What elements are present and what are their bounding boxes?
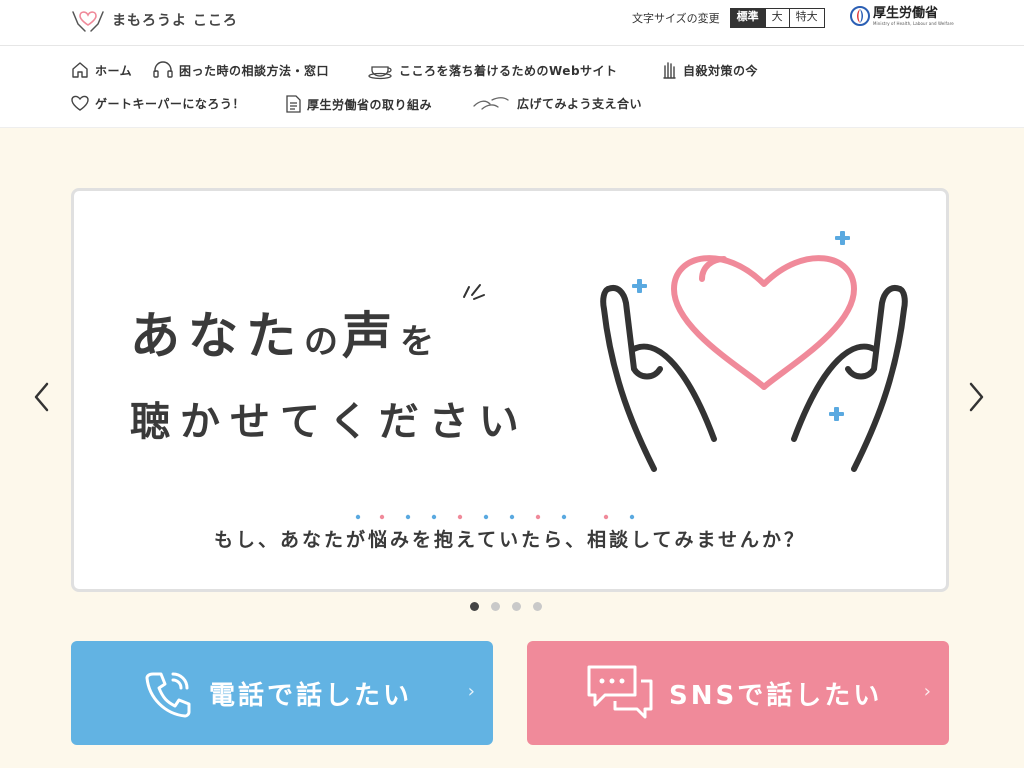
hands-icon [473, 97, 509, 110]
carousel-prev-button[interactable] [32, 381, 50, 413]
font-size-large-button[interactable]: 大 [764, 9, 789, 27]
nav-item-label: 困った時の相談方法・窓口 [179, 63, 330, 78]
hero-slide[interactable]: あなたの声を 聴かせてください もし、あなたが悩みを抱えていたら、相談してみませ… [71, 188, 949, 592]
phone-icon [145, 672, 191, 718]
font-size-label: 文字サイズの変更 [632, 12, 720, 25]
voice-emphasis-icon [463, 284, 485, 300]
headset-icon [153, 61, 173, 78]
font-size-xlarge-button[interactable]: 特大 [788, 9, 824, 27]
carousel-dot-4[interactable] [533, 602, 542, 611]
nav-item-mutual-support[interactable]: 広げてみよう支え合い [472, 94, 642, 112]
carousel-pager [470, 602, 542, 611]
document-icon [286, 95, 301, 113]
nav-item-gatekeeper[interactable]: ゲートキーパーになろう！ [70, 94, 245, 112]
hero-title-part: の [304, 322, 342, 362]
nav-item-consultation[interactable]: 困った時の相談方法・窓口 [152, 60, 329, 80]
hero-title-part: を [400, 322, 438, 362]
hand-icon [663, 62, 676, 79]
main-content: あなたの声を 聴かせてください もし、あなたが悩みを抱えていたら、相談してみませ… [0, 128, 1024, 768]
teacup-icon [368, 66, 392, 80]
hands-heart-illustration [600, 231, 908, 472]
home-icon [72, 62, 88, 78]
ministry-mark-icon [850, 6, 870, 26]
heart-icon [71, 95, 89, 111]
ministry-name: 厚生労働省 [873, 6, 939, 21]
nav-item-label: ゲートキーパーになろう！ [95, 96, 245, 111]
chevron-left-icon [34, 382, 49, 412]
nav-item-home[interactable]: ホーム [70, 60, 132, 80]
site-logo[interactable]: まもろうよ こころ [70, 6, 238, 34]
chevron-right-icon [969, 382, 984, 412]
ministry-sub: Ministry of Health, Labour and Welfare [873, 21, 954, 26]
nav-item-suicide-prevention[interactable]: 自殺対策の今 [660, 60, 758, 80]
sns-consultation-label: SNSで話したい [669, 681, 883, 711]
site-header: まもろうよ こころ 文字サイズの変更 標準 大 特大 厚生労働省 Ministr… [0, 0, 1024, 46]
nav-item-label: 厚生労働省の取り組み [307, 97, 433, 112]
font-size-switcher: 文字サイズの変更 標準 大 特大 [632, 8, 825, 28]
phone-consultation-button[interactable]: 電話で話したい › [71, 641, 493, 745]
hero-title-part: あなた [130, 307, 304, 365]
main-nav: ホーム 困った時の相談方法・窓口 こころを落ち着けるためのWebサイト 自殺対策… [0, 46, 1024, 128]
chat-bubbles-icon [587, 665, 653, 719]
nav-item-label: ホーム [95, 63, 133, 78]
phone-consultation-label: 電話で話したい [209, 681, 413, 711]
hero-title-part: 声 [342, 307, 400, 365]
nav-item-ministry-efforts[interactable]: 厚生労働省の取り組み [284, 94, 432, 114]
hero-title-line1: あなたの声を [130, 296, 438, 368]
carousel-next-button[interactable] [968, 381, 986, 413]
logo-text: まもろうよ こころ [112, 13, 238, 29]
nav-item-label: 自殺対策の今 [683, 63, 759, 78]
font-size-buttons: 標準 大 特大 [729, 8, 825, 28]
hero-title-line2: 聴かせてください [130, 399, 529, 445]
ministry-logo[interactable]: 厚生労働省 Ministry of Health, Labour and Wel… [850, 6, 954, 26]
carousel-dot-2[interactable] [491, 602, 500, 611]
sns-consultation-button[interactable]: SNSで話したい › [527, 641, 949, 745]
hero-subtitle: もし、あなたが悩みを抱えていたら、相談してみませんか？ [214, 529, 806, 551]
nav-item-websites[interactable]: こころを落ち着けるためのWebサイト [368, 60, 618, 80]
chevron-right-icon: › [923, 681, 931, 702]
font-size-standard-button[interactable]: 標準 [730, 9, 765, 27]
chevron-right-icon: › [467, 681, 475, 702]
decorative-dots [355, 514, 635, 520]
nav-item-label: こころを落ち着けるためのWebサイト [399, 63, 618, 78]
carousel-dot-3[interactable] [512, 602, 521, 611]
nav-item-label: 広げてみよう支え合い [517, 96, 643, 111]
logo-hands-heart-icon [72, 11, 104, 32]
carousel-dot-1[interactable] [470, 602, 479, 611]
